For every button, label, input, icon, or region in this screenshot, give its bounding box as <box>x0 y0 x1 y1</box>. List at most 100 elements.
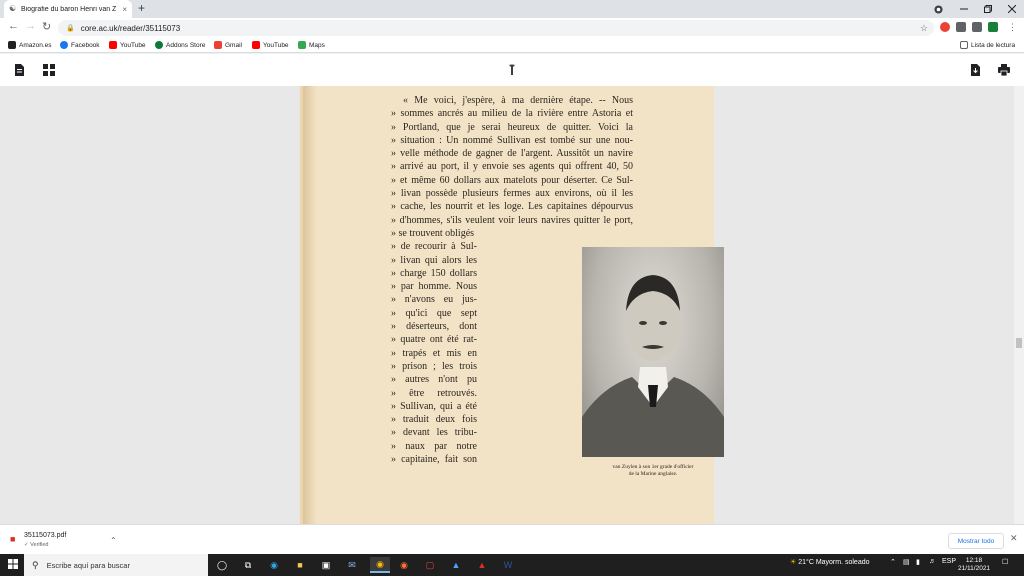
file-explorer-icon[interactable]: ■ <box>292 557 308 573</box>
text-line: » capitaine, fait son <box>391 454 477 466</box>
text-line: » sommes ancrés au milieu de la rivière … <box>391 108 633 120</box>
bookmark-facebook[interactable]: Facebook <box>60 41 100 49</box>
tab-active[interactable]: ☯ Biografie du baron Henri van Z × <box>4 0 132 18</box>
text-line: » Sullivan, qui a été <box>391 400 477 412</box>
text-line: » qu'ici que sept <box>391 307 477 319</box>
reload-icon[interactable]: ↻ <box>42 20 51 33</box>
bookmark-amazon[interactable]: Amazon.es <box>8 41 52 49</box>
photo-caption: van Zuylen à son 1er grade d'officier de… <box>582 464 724 478</box>
address-row: ← → ↻ 🔒 core.ac.uk/reader/35115073 ☆ ⋮ <box>0 18 1024 38</box>
profile-icon[interactable] <box>934 0 943 18</box>
search-placeholder: Escribe aquí para buscar <box>46 560 130 570</box>
scrollbar-thumb[interactable] <box>1016 338 1022 348</box>
extension-shield-icon[interactable] <box>956 22 966 32</box>
text-line: » prison ; les trois <box>391 360 477 372</box>
office-icon[interactable]: ▢ <box>422 557 438 573</box>
show-all-button[interactable]: Mostrar todo <box>948 533 1004 549</box>
bookmark-youtube-2[interactable]: YouTube <box>252 41 289 49</box>
thumbnails-grid-icon[interactable] <box>43 64 55 76</box>
restore-icon[interactable] <box>984 0 992 18</box>
word-icon[interactable]: W <box>500 557 516 573</box>
tab-close-icon[interactable]: × <box>122 5 127 14</box>
portrait-photo <box>582 247 724 457</box>
firefox-icon[interactable]: ◉ <box>396 557 412 573</box>
text-line: » traduit deux fois <box>391 414 477 426</box>
text-line: » livan qui alors les <box>391 254 477 266</box>
bookmark-youtube[interactable]: YouTube <box>109 41 146 49</box>
close-download-bar-icon[interactable]: ✕ <box>1010 533 1018 544</box>
text-line: » autres n'ont pu <box>391 374 477 386</box>
bookmark-addons-store[interactable]: Addons Store <box>155 41 205 49</box>
taskbar-search[interactable]: ⚲ Escribe aquí para buscar <box>24 554 208 576</box>
reading-list-button[interactable]: Lista de lectura <box>960 41 1015 49</box>
sun-icon: ☀ <box>790 559 799 566</box>
bookmark-gmail[interactable]: Gmail <box>214 41 242 49</box>
gmail-icon <box>214 41 222 49</box>
bookmark-star-icon[interactable]: ☆ <box>920 23 928 34</box>
download-bar: ■ 35115073.pdf ✓ Verified ⌃ Mostrar todo… <box>0 524 1024 554</box>
acrobat-icon[interactable]: ▲ <box>474 557 490 573</box>
text-line: » devant les tribu- <box>391 427 477 439</box>
text-line: » se trouvent obligés <box>391 227 475 239</box>
tab-title: Biografie du baron Henri van Z <box>21 5 117 13</box>
task-view-icon[interactable]: ⧉ <box>240 557 256 573</box>
extension-green-shield-icon[interactable] <box>988 22 998 32</box>
cortana-icon[interactable]: ◯ <box>214 557 230 573</box>
text-line: » velle méthode de gagner de l'argent. A… <box>391 148 633 160</box>
youtube-icon <box>109 41 117 49</box>
document-info-icon[interactable] <box>13 64 25 76</box>
menu-dots-icon[interactable]: ⋮ <box>1008 22 1017 33</box>
new-tab-button[interactable]: + <box>138 1 145 15</box>
print-icon[interactable] <box>998 64 1010 76</box>
extensions-puzzle-icon[interactable] <box>972 22 982 32</box>
page-scrollbar[interactable] <box>1014 86 1024 524</box>
document-favicon-icon: ☯ <box>9 4 17 13</box>
caption-line: de la Marine anglaise. <box>628 471 678 477</box>
text-line: » naux par notre <box>391 440 477 452</box>
text-line: » n'avons eu jus- <box>391 294 477 306</box>
store-icon[interactable]: ▣ <box>318 557 334 573</box>
minimize-icon[interactable] <box>960 0 968 18</box>
network-icon[interactable]: ▤ <box>903 558 910 566</box>
text-line: » quatre ont été rat- <box>391 334 477 346</box>
download-status: ✓ Verified <box>24 542 49 548</box>
text-line: » situation : Un nommé Sullivan est tomb… <box>391 134 633 146</box>
text-line: » déserteurs, dont <box>391 321 477 333</box>
addons-store-icon <box>155 41 163 49</box>
lock-icon: 🔒 <box>66 25 75 32</box>
download-item[interactable]: ■ 35115073.pdf ✓ Verified ⌃ <box>6 529 120 551</box>
text-line: » être retrouvés. <box>391 387 477 399</box>
close-window-icon[interactable] <box>1008 0 1016 18</box>
tab-bar: ☯ Biografie du baron Henri van Z × + <box>0 0 1024 18</box>
bookmark-maps[interactable]: Maps <box>298 41 325 49</box>
maps-icon <box>298 41 306 49</box>
download-pdf-icon[interactable] <box>969 64 981 76</box>
weather-widget[interactable]: ☀ 21°C Mayorm. soleado <box>790 558 870 566</box>
taskbar: ⚲ Escribe aquí para buscar ◯ ⧉ ◉ ■ ▣ ✉ ◉… <box>0 554 1024 576</box>
back-icon[interactable]: ← <box>8 20 19 32</box>
mail-icon[interactable]: ✉ <box>344 557 360 573</box>
battery-icon[interactable]: ▮ <box>916 558 920 566</box>
text-line: » livan possède plusieurs fermes aux env… <box>391 188 633 200</box>
chevron-up-icon[interactable]: ⌃ <box>110 536 117 545</box>
notifications-icon[interactable]: ☐ <box>1002 558 1008 566</box>
pdf-viewer[interactable]: « Me voici, j'espère, à ma dernière étap… <box>0 86 1014 524</box>
app-icon[interactable]: ▲ <box>448 557 464 573</box>
extension-color-icon[interactable] <box>940 22 950 32</box>
document-page: « Me voici, j'espère, à ma dernière étap… <box>300 86 724 524</box>
forward-icon[interactable]: → <box>25 20 36 32</box>
windows-start-icon[interactable] <box>8 559 18 572</box>
volume-icon[interactable]: ♬ <box>929 558 936 565</box>
address-bar[interactable]: 🔒 core.ac.uk/reader/35115073 ☆ <box>58 20 934 36</box>
text-line: » trapés et mis en <box>391 347 477 359</box>
edge-icon[interactable]: ◉ <box>266 557 282 573</box>
text-line: » d'hommes, s'ils veulent voir leurs nav… <box>391 214 633 226</box>
language-indicator[interactable]: ESP <box>942 558 956 565</box>
search-icon: ⚲ <box>32 559 39 570</box>
taskbar-clock[interactable]: 12:18 21/11/2021 <box>958 557 990 573</box>
text-line: » par homme. Nous <box>391 281 477 293</box>
clock-time: 12:18 <box>965 557 983 564</box>
chrome-icon[interactable]: ◉ <box>370 557 390 573</box>
reading-list-icon <box>960 41 968 49</box>
tray-chevron-icon[interactable]: ⌃ <box>890 558 896 566</box>
